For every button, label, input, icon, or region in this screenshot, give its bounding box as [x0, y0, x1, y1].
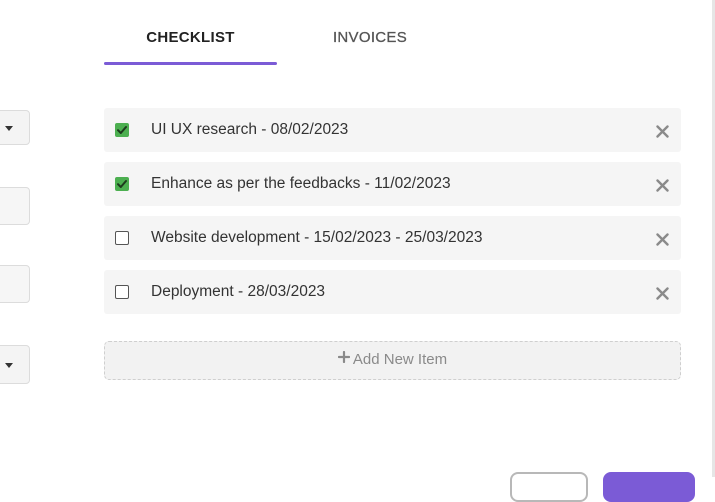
checklist-item-text: Enhance as per the feedbacks - 11/02/202… [151, 175, 451, 192]
checkbox[interactable] [115, 123, 129, 137]
checkbox[interactable] [115, 285, 129, 299]
close-icon[interactable] [656, 125, 669, 138]
caret-down-icon [5, 125, 13, 131]
checkbox[interactable] [115, 231, 129, 245]
close-icon[interactable] [656, 179, 669, 192]
checklist: UI UX research - 08/02/2023 Enhance as p… [104, 108, 681, 324]
checklist-item-text: UI UX research - 08/02/2023 [151, 121, 349, 138]
checklist-item: UI UX research - 08/02/2023 [104, 108, 681, 152]
close-icon[interactable] [656, 233, 669, 246]
checkbox[interactable] [115, 177, 129, 191]
active-tab-indicator [104, 62, 277, 65]
tab-invoices[interactable]: INVOICES [297, 18, 443, 64]
tab-checklist[interactable]: CHECKLIST [104, 18, 277, 64]
checklist-item: Website development - 15/02/2023 - 25/03… [104, 216, 681, 260]
checklist-item-text: Deployment - 28/03/2023 [151, 283, 326, 300]
select-field[interactable] [0, 345, 30, 384]
checklist-item: Deployment - 28/03/2023 [104, 270, 681, 314]
plus-icon [337, 341, 350, 377]
text-input[interactable] [0, 265, 30, 303]
checklist-item: Enhance as per the feedbacks - 11/02/202… [104, 162, 681, 206]
text-input[interactable] [0, 187, 30, 225]
select-field[interactable] [0, 110, 30, 145]
add-new-item-label: Add New Item [352, 351, 448, 368]
add-new-item-button[interactable]: Add New Item [104, 341, 681, 380]
tab-bar: CHECKLIST INVOICES [104, 18, 444, 66]
checklist-item-text: Website development - 15/02/2023 - 25/03… [151, 229, 483, 246]
caret-down-icon [5, 362, 13, 368]
close-icon[interactable] [656, 287, 669, 300]
